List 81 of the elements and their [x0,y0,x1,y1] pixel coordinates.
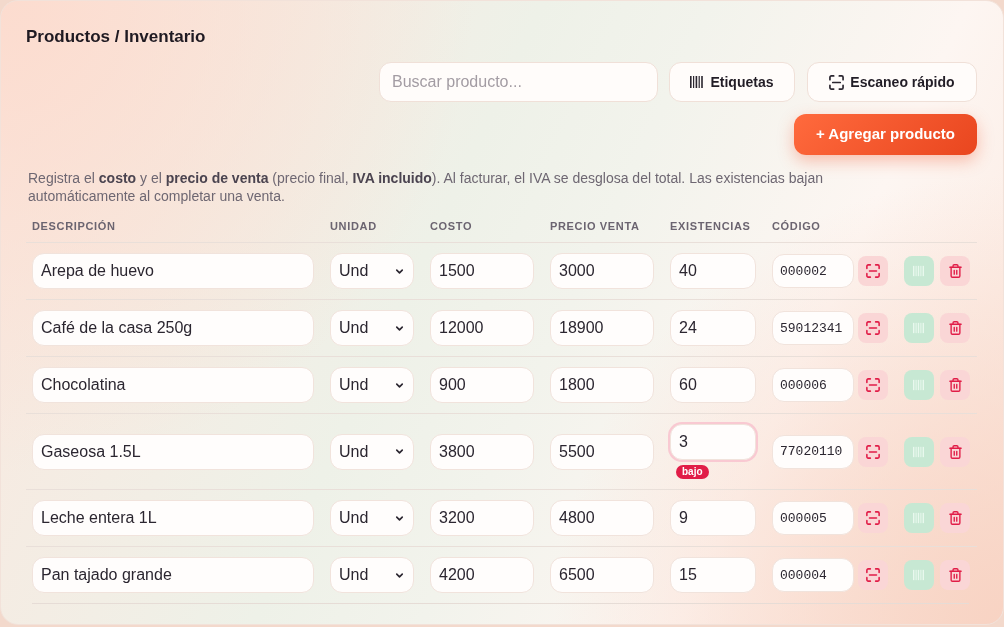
unit-select[interactable]: Und [330,433,414,470]
barcode-icon [913,512,925,524]
scan-icon [866,378,880,392]
scan-code-button[interactable] [858,313,888,343]
column-header: PRECIO VENTA [550,219,641,233]
trash-icon [947,567,963,583]
barcode-icon [913,379,925,391]
trash-icon [947,377,963,393]
delete-button[interactable] [940,503,970,533]
stock-field[interactable]: 40 [670,253,756,289]
trash-icon [947,510,963,526]
delete-button[interactable] [940,256,970,286]
barcode-icon [913,265,925,277]
unit-select[interactable]: Und [330,253,414,289]
barcode-icon [690,76,705,88]
scan-icon [829,74,845,90]
quick-scan-button[interactable]: Escaneo rápido [807,62,977,102]
code-field[interactable]: 000002 [772,254,854,288]
scan-code-button[interactable] [858,256,888,286]
scan-icon [866,444,880,459]
scan-icon [866,511,880,525]
code-field[interactable]: 000005 [772,501,854,535]
column-header: DESCRIPCIÓN [32,219,117,233]
stock-field[interactable]: 3 [670,424,756,460]
price-field[interactable]: 1800 [550,367,654,403]
delete-button[interactable] [940,313,970,343]
code-field[interactable]: 000006 [772,368,854,402]
unit-select[interactable]: Und [330,310,414,346]
cost-field[interactable]: 1500 [430,253,534,289]
price-field[interactable]: 5500 [550,433,654,470]
description-field[interactable]: Gaseosa 1.5L [32,433,314,470]
description-field[interactable]: Café de la casa 250g [32,310,314,346]
stock-field[interactable]: 15 [670,557,756,593]
scan-code-button[interactable] [858,560,888,590]
scan-code-button[interactable] [858,370,888,400]
column-header: COSTO [430,219,474,233]
column-header: UNIDAD [330,219,378,233]
scan-code-button[interactable] [858,503,888,533]
trash-icon [947,263,963,279]
trash-icon [947,443,963,460]
low-stock-badge: bajo [676,465,709,479]
code-field[interactable]: 59012341 [772,311,854,345]
code-field[interactable]: 000004 [772,558,854,592]
description-field[interactable]: Pan tajado grande [32,557,314,593]
description-field[interactable]: Chocolatina [32,367,314,403]
cost-field[interactable]: 3200 [430,500,534,536]
barcode-icon [913,445,925,458]
scan-icon [866,568,880,582]
stock-field[interactable]: 60 [670,367,756,403]
scan-icon [866,264,880,278]
delete-button[interactable] [940,370,970,400]
barcode-icon [913,322,925,334]
page-title: Productos / Inventario [26,26,207,48]
trash-icon [947,320,963,336]
caret-icon [394,446,405,457]
price-field[interactable]: 18900 [550,310,654,346]
price-field[interactable]: 4800 [550,500,654,536]
unit-select[interactable]: Und [330,557,414,593]
description-field[interactable]: Arepa de huevo [32,253,314,289]
column-header: CÓDIGO [772,219,822,233]
unit-select[interactable]: Und [330,500,414,536]
cost-field[interactable]: 3800 [430,433,534,470]
cost-field[interactable]: 12000 [430,310,534,346]
barcode-icon [913,569,925,581]
price-field[interactable]: 3000 [550,253,654,289]
cost-field[interactable]: 900 [430,367,534,403]
code-field[interactable]: 77020110 [772,434,854,469]
cost-field[interactable]: 4200 [430,557,534,593]
scan-icon [866,321,880,335]
labels-button[interactable]: Etiquetas [669,62,795,102]
scan-code-button[interactable] [858,436,888,467]
column-header: EXISTENCIAS [670,219,752,233]
price-field[interactable]: 6500 [550,557,654,593]
delete-button[interactable] [940,560,970,590]
delete-button[interactable] [940,436,970,467]
description-field[interactable]: Leche entera 1L [32,500,314,536]
stock-field[interactable]: 24 [670,310,756,346]
search-field[interactable]: Buscar producto... [379,62,658,102]
stock-field[interactable]: 9 [670,500,756,536]
unit-select[interactable]: Und [330,367,414,403]
info-note: Registra el costo y el precio de venta (precio final, IVA incluido). Al facturar, el IVA se desglosa del total. Las existencias bajan automáticamente al completar una venta. [28,169,824,205]
